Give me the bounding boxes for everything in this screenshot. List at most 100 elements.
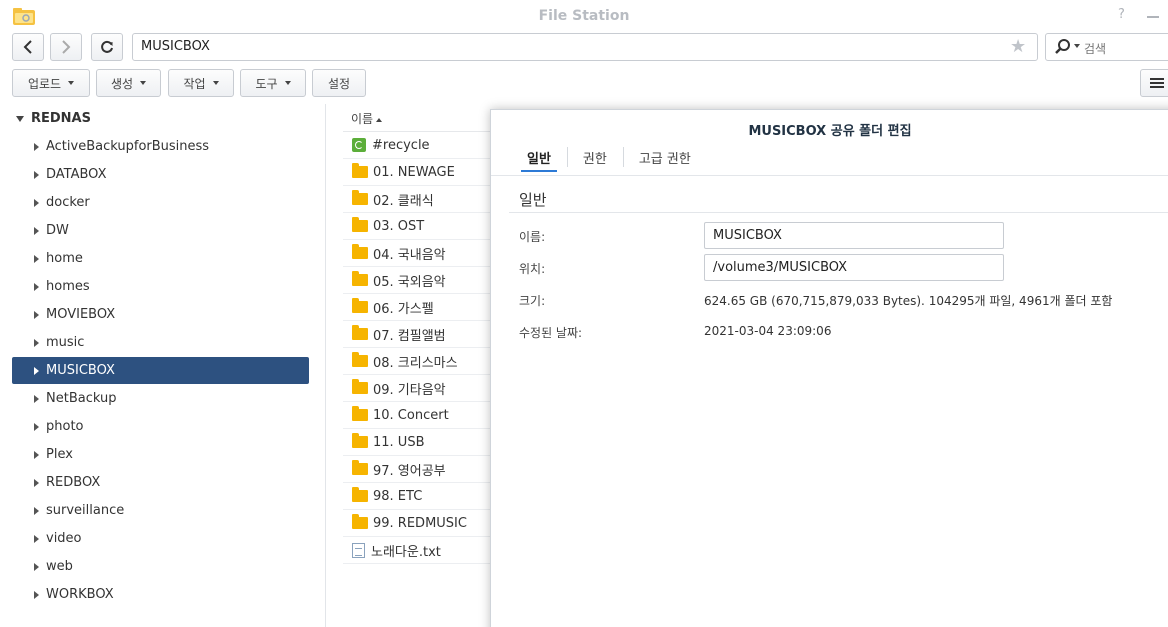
action-button[interactable]: 작업 [168, 69, 234, 97]
sidebar-item-musicbox[interactable]: MUSICBOX [12, 357, 309, 384]
file-row[interactable]: 02. 클래식 [343, 186, 503, 213]
search-placeholder: 검색 [1084, 42, 1107, 56]
folder-icon [352, 406, 368, 421]
folder-icon [352, 163, 368, 178]
sidebar-item-label: docker [46, 195, 90, 210]
expand-arrow-icon [34, 310, 39, 319]
sidebar-item-photo[interactable]: photo [12, 413, 309, 440]
location-input[interactable]: /volume3/MUSICBOX [704, 254, 1004, 281]
sidebar-item-docker[interactable]: docker [12, 189, 309, 216]
file-row[interactable]: 97. 영어공부 [343, 456, 503, 483]
sidebar-item-plex[interactable]: Plex [12, 441, 309, 468]
file-row[interactable]: 06. 가스펠 [343, 294, 503, 321]
file-row[interactable]: 04. 국내음악 [343, 240, 503, 267]
sidebar-item-label: DATABOX [46, 167, 107, 182]
chevron-down-icon [68, 81, 75, 85]
forward-button[interactable] [50, 33, 82, 61]
sidebar-item-netbackup[interactable]: NetBackup [12, 385, 309, 412]
file-row[interactable]: 11. USB [343, 429, 503, 456]
section-title: 일반 [519, 191, 547, 209]
file-name: 노래다운.txt [371, 544, 441, 560]
favorite-star-icon[interactable]: ★ [1010, 36, 1026, 57]
text-file-icon [352, 542, 365, 558]
file-name: #recycle [372, 137, 430, 153]
sidebar-item-label: DW [46, 223, 69, 238]
create-button[interactable]: 생성 [96, 69, 161, 97]
file-name: 05. 국외음악 [373, 274, 446, 290]
sidebar-item-video[interactable]: video [12, 525, 309, 552]
file-name: 98. ETC [373, 488, 423, 504]
tab-permissions[interactable]: 권한 [566, 144, 623, 172]
file-name: 01. NEWAGE [373, 164, 455, 180]
sidebar-item-label: MOVIEBOX [46, 307, 116, 322]
name-column-header[interactable]: 이름 [343, 104, 503, 132]
back-button[interactable] [12, 33, 44, 61]
file-row[interactable]: 05. 국외음악 [343, 267, 503, 294]
refresh-icon [101, 40, 113, 53]
modified-value: 2021-03-04 23:09:06 [704, 324, 832, 338]
name-input[interactable]: MUSICBOX [704, 222, 1004, 249]
file-row[interactable]: 08. 크리스마스 [343, 348, 503, 375]
file-row[interactable]: 07. 컴필앨범 [343, 321, 503, 348]
folder-icon [352, 271, 368, 286]
view-menu-button[interactable] [1140, 69, 1168, 97]
sidebar-item-activebackupforbusiness[interactable]: ActiveBackupforBusiness [12, 133, 309, 160]
expand-arrow-icon [34, 422, 39, 431]
file-row[interactable]: 98. ETC [343, 483, 503, 510]
file-row[interactable]: 99. REDMUSIC [343, 510, 503, 537]
sidebar-item-music[interactable]: music [12, 329, 309, 356]
tab-general[interactable]: 일반 [511, 144, 567, 172]
upload-button[interactable]: 업로드 [12, 69, 90, 97]
hamburger-menu-icon [1150, 78, 1164, 88]
sidebar-item-surveillance[interactable]: surveillance [12, 497, 309, 524]
sidebar-item-label: web [46, 559, 73, 574]
path-field[interactable]: MUSICBOX [132, 33, 1038, 61]
sidebar-item-label: ActiveBackupforBusiness [46, 139, 210, 154]
expand-arrow-icon [34, 226, 39, 235]
dialog-title: MUSICBOX 공유 폴더 편집 [748, 124, 912, 139]
sidebar-item-redbox[interactable]: REDBOX [12, 469, 309, 496]
tab-divider [491, 175, 1168, 176]
edit-shared-folder-dialog: MUSICBOX 공유 폴더 편집 일반 권한 고급 권한 일반 이름: MUS… [490, 109, 1168, 627]
file-row[interactable]: 노래다운.txt [343, 537, 503, 564]
file-row[interactable]: #recycle [343, 132, 503, 159]
expand-arrow-icon [34, 366, 39, 375]
file-row[interactable]: 01. NEWAGE [343, 159, 503, 186]
file-row[interactable]: 09. 기타음악 [343, 375, 503, 402]
sidebar-item-databox[interactable]: DATABOX [12, 161, 309, 188]
folder-icon [352, 379, 368, 394]
sidebar-item-homes[interactable]: homes [12, 273, 309, 300]
sidebar-item-label: MUSICBOX [46, 363, 115, 378]
folder-icon [352, 433, 368, 448]
sidebar-item-home[interactable]: home [12, 245, 309, 272]
tab-advanced-permissions[interactable]: 고급 권한 [622, 144, 707, 172]
search-icon [1055, 39, 1070, 54]
file-row[interactable]: 03. OST [343, 213, 503, 240]
expand-arrow-icon [34, 450, 39, 459]
expand-arrow-icon [34, 590, 39, 599]
help-button[interactable]: ? [1118, 7, 1125, 22]
chevron-left-icon [23, 40, 32, 54]
sidebar-item-label: music [46, 335, 85, 350]
sidebar-item-workbox[interactable]: WORKBOX [12, 581, 309, 608]
sidebar-item-moviebox[interactable]: MOVIEBOX [12, 301, 309, 328]
chevron-down-icon [212, 81, 219, 85]
tools-button[interactable]: 도구 [240, 69, 306, 97]
search-field[interactable]: 검색 [1045, 33, 1168, 61]
size-label: 크기: [519, 294, 546, 308]
sidebar-item-label: Plex [46, 447, 73, 462]
tree-root-rednas[interactable]: REDNAS [16, 111, 91, 126]
expand-arrow-icon [34, 254, 39, 263]
title-bar: File Station ? [0, 0, 1168, 33]
expand-arrow-icon [34, 562, 39, 571]
location-label: 위치: [519, 262, 546, 276]
expand-arrow-icon [34, 170, 39, 179]
refresh-button[interactable] [91, 33, 123, 61]
expand-arrow-icon [34, 282, 39, 291]
file-name: 08. 크리스마스 [373, 355, 458, 371]
settings-button[interactable]: 설정 [312, 69, 366, 97]
minimize-button[interactable] [1147, 16, 1159, 18]
sidebar-item-dw[interactable]: DW [12, 217, 309, 244]
file-row[interactable]: 10. Concert [343, 402, 503, 429]
sidebar-item-web[interactable]: web [12, 553, 309, 580]
